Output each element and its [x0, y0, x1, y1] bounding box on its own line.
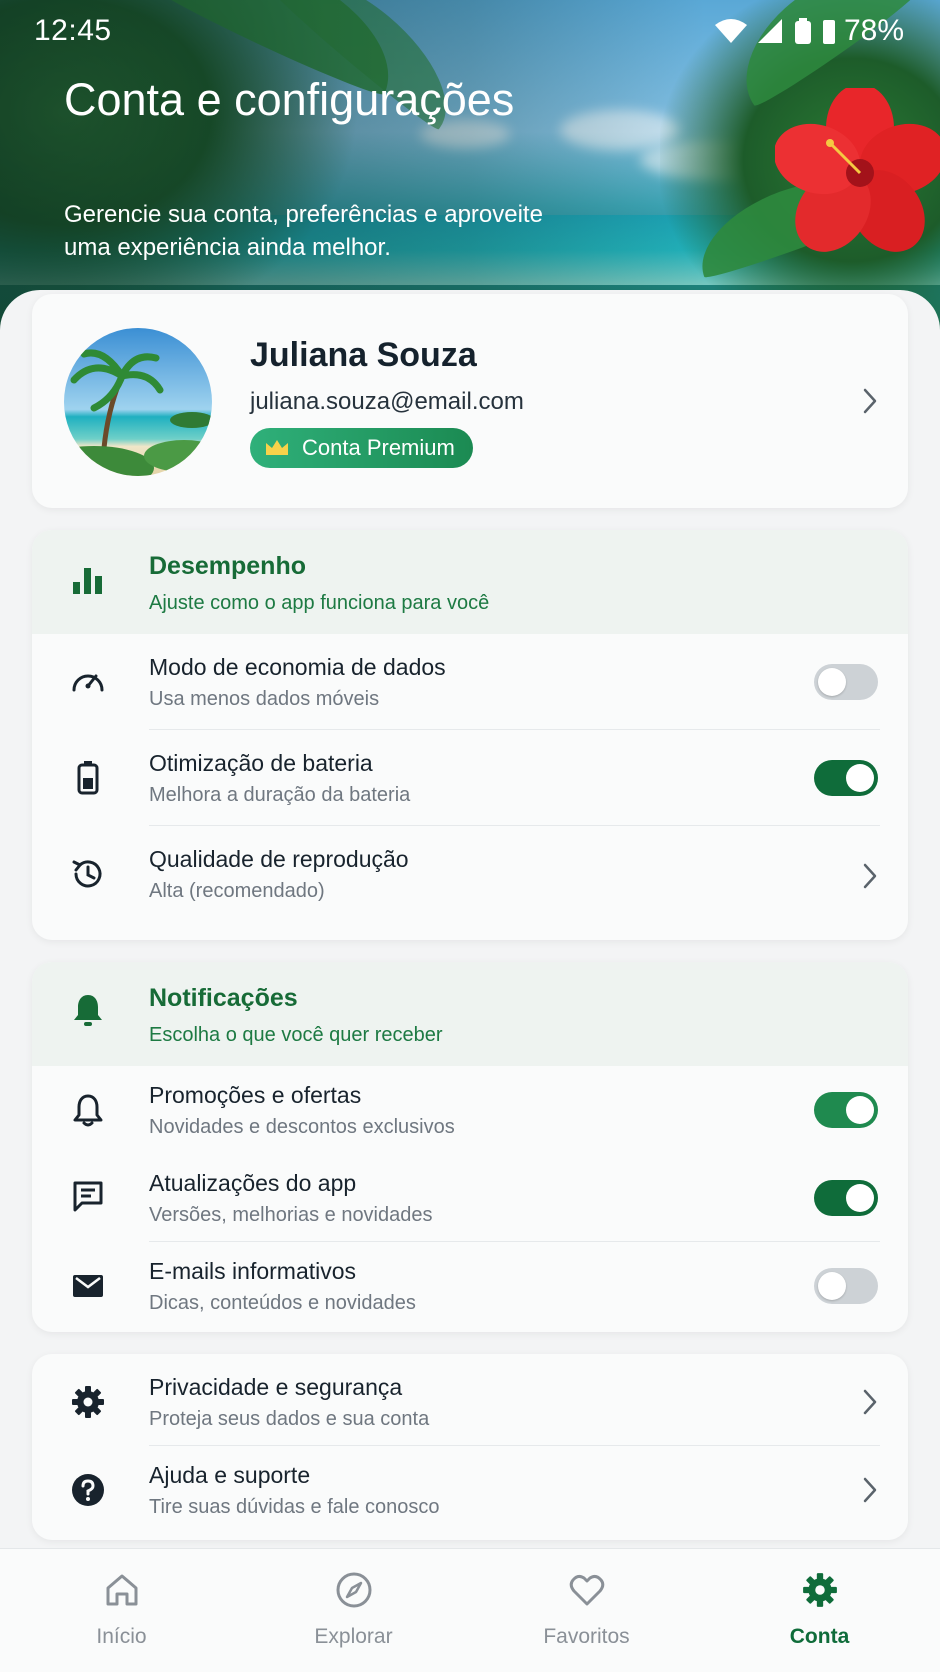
battery-icon: [822, 20, 835, 44]
battery-percent: 78%: [843, 14, 904, 47]
message-icon: [73, 1181, 103, 1212]
row-subtitle: Alta (recomendado): [149, 880, 325, 902]
page-subtitle: Gerencie sua conta, preferências e aprov…: [64, 201, 543, 261]
row-title: Otimização de bateria: [149, 750, 373, 776]
premium-badge-label: Conta Premium: [302, 435, 455, 460]
battery-saver-icon: [794, 18, 811, 44]
speedometer-icon: [72, 674, 104, 692]
nav-label: Conta: [789, 1625, 850, 1648]
hibiscus-flower-illustration: [775, 88, 940, 252]
row-subtitle: Versões, melhorias e novidades: [149, 1204, 433, 1226]
performance-title: Desempenho: [149, 552, 306, 580]
heart-icon: [569, 1574, 605, 1606]
bell-filled-icon: [74, 995, 102, 1026]
signal-icon: [757, 19, 782, 43]
bar-chart-icon: [73, 568, 102, 594]
setting-row-emails[interactable]: E-mails informativos Dicas, conteúdos e …: [32, 1242, 908, 1330]
performance-card: Desempenho Ajuste como o app funciona pa…: [32, 530, 908, 940]
help-icon: [72, 1474, 104, 1506]
row-subtitle: Melhora a duração da bateria: [149, 784, 411, 806]
setting-row-promotions[interactable]: Promoções e ofertas Novidades e desconto…: [32, 1066, 908, 1154]
nav-label: Explorar: [314, 1625, 393, 1648]
row-title: Modo de economia de dados: [149, 654, 446, 680]
app-updates-toggle[interactable]: [814, 1180, 878, 1216]
notifications-header: Notificações Escolha o que você quer rec…: [32, 962, 908, 1066]
emails-toggle[interactable]: [814, 1268, 878, 1304]
chevron-right-icon: [863, 1477, 877, 1503]
hero-banner: 12:45 78% Conta e configurações Gerencie…: [0, 0, 940, 330]
row-title: Atualizações do app: [149, 1170, 357, 1196]
performance-subtitle: Ajuste como o app funciona para você: [149, 592, 490, 614]
gear-icon: [72, 1386, 104, 1418]
notifications-card: Notificações Escolha o que você quer rec…: [32, 962, 908, 1332]
compass-icon: [336, 1572, 372, 1608]
setting-row-app-updates[interactable]: Atualizações do app Versões, melhorias e…: [32, 1154, 908, 1242]
row-subtitle: Tire suas dúvidas e fale conosco: [149, 1496, 440, 1518]
gear-icon: [803, 1573, 837, 1607]
row-subtitle: Usa menos dados móveis: [149, 688, 380, 710]
battery-icon: [77, 761, 99, 795]
bell-icon: [73, 1094, 103, 1127]
nav-item-favorites[interactable]: Favoritos: [469, 1549, 704, 1672]
setting-row-playback-quality[interactable]: Qualidade de reprodução Alta (recomendad…: [32, 826, 908, 926]
profile-email: juliana.souza@email.com: [250, 388, 524, 415]
row-subtitle: Novidades e descontos exclusivos: [149, 1116, 455, 1138]
bottom-navigation: Início Explorar Favoritos Conta: [0, 1548, 940, 1672]
premium-badge: Conta Premium: [250, 428, 473, 468]
status-time: 12:45: [34, 14, 112, 47]
row-title: Qualidade de reprodução: [149, 846, 409, 872]
mail-icon: [73, 1275, 103, 1297]
history-icon: [72, 860, 102, 888]
home-icon: [106, 1574, 138, 1606]
nav-item-home[interactable]: Início: [4, 1549, 239, 1672]
performance-header: Desempenho Ajuste como o app funciona pa…: [32, 530, 908, 634]
row-title: Privacidade e segurança: [149, 1374, 403, 1400]
promotions-toggle[interactable]: [814, 1092, 878, 1128]
page-title: Conta e configurações: [64, 74, 515, 125]
setting-row-battery[interactable]: Otimização de bateria Melhora a duração …: [32, 730, 908, 826]
profile-name: Juliana Souza: [250, 336, 477, 374]
avatar: [64, 328, 212, 476]
nav-label: Início: [96, 1625, 147, 1648]
status-bar: 12:45 78%: [0, 0, 940, 60]
setting-row-privacy[interactable]: Privacidade e segurança Proteja seus dad…: [32, 1354, 908, 1446]
chevron-right-icon: [863, 388, 877, 414]
crown-icon: [266, 440, 288, 455]
row-title: Ajuda e suporte: [149, 1462, 311, 1488]
setting-row-help[interactable]: Ajuda e suporte Tire suas dúvidas e fale…: [32, 1446, 908, 1538]
row-title: Promoções e ofertas: [149, 1082, 362, 1108]
profile-card[interactable]: Juliana Souza juliana.souza@email.com Co…: [32, 294, 908, 508]
setting-row-data-saver[interactable]: Modo de economia de dados Usa menos dado…: [32, 634, 908, 730]
row-subtitle: Dicas, conteúdos e novidades: [149, 1292, 416, 1314]
more-options-card: Privacidade e segurança Proteja seus dad…: [32, 1354, 908, 1540]
battery-optimization-toggle[interactable]: [814, 760, 878, 796]
notifications-subtitle: Escolha o que você quer receber: [149, 1024, 443, 1046]
data-saver-toggle[interactable]: [814, 664, 878, 700]
nav-item-account[interactable]: Conta: [702, 1549, 937, 1672]
nav-label: Favoritos: [543, 1625, 630, 1648]
wifi-icon: [714, 19, 747, 43]
nav-item-explore[interactable]: Explorar: [236, 1549, 471, 1672]
chevron-right-icon: [863, 1389, 877, 1415]
chevron-right-icon: [863, 863, 877, 889]
notifications-title: Notificações: [149, 984, 298, 1012]
row-subtitle: Proteja seus dados e sua conta: [149, 1408, 430, 1430]
row-title: E-mails informativos: [149, 1258, 357, 1284]
